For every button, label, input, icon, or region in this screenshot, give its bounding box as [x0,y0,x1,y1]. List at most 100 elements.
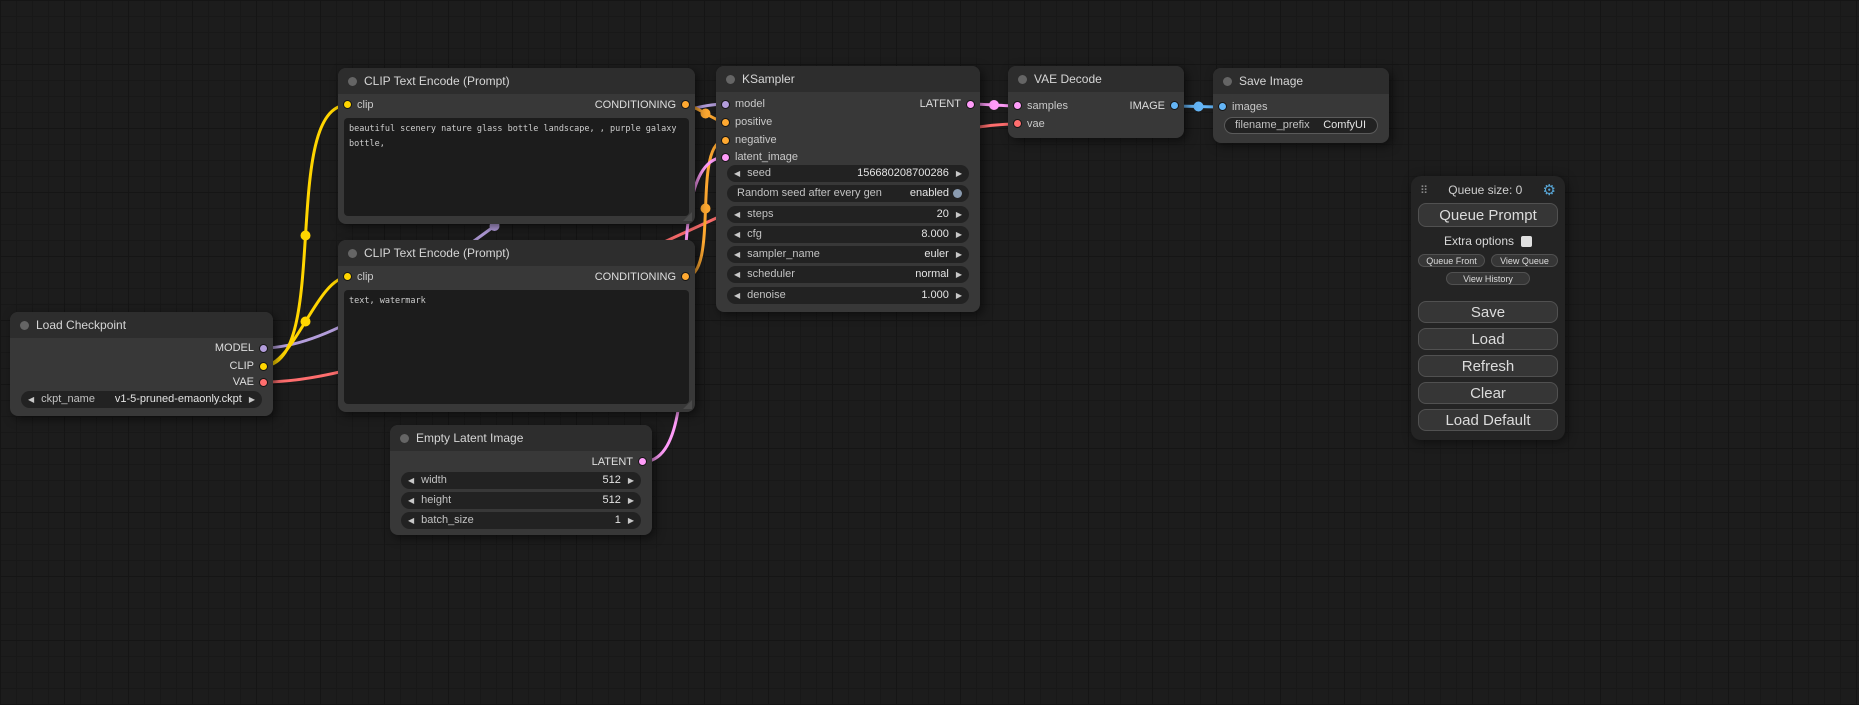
toggle-dot-icon[interactable] [953,189,962,198]
widget-ckpt-name[interactable]: ◀ ckpt_name v1-5-pruned-emaonly.ckpt ▶ [21,391,262,408]
node-title-bar[interactable]: Save Image [1213,68,1389,94]
widget-width[interactable]: ◀ width 512 ▶ [401,472,641,489]
collapse-dot-icon[interactable] [20,321,29,330]
increment-arrow-icon[interactable]: ▶ [628,472,634,489]
graph-canvas[interactable]: Load Checkpoint MODEL CLIP VAE ◀ ckpt_na… [0,0,1859,705]
output-port-image[interactable] [1170,101,1179,110]
input-label-positive: positive [735,115,772,129]
queue-prompt-button[interactable]: Queue Prompt [1418,203,1558,227]
next-value-arrow-icon[interactable]: ▶ [956,246,962,263]
widget-filename-prefix[interactable]: filename_prefix ComfyUI [1224,117,1378,134]
collapse-dot-icon[interactable] [348,77,357,86]
collapse-dot-icon[interactable] [1223,77,1232,86]
queue-menu-panel: ⠿ Queue size: 0 ⚙ Queue Prompt Extra opt… [1411,176,1565,440]
settings-gear-icon[interactable]: ⚙ [1543,183,1556,198]
node-title: CLIP Text Encode (Prompt) [364,74,510,88]
decrement-arrow-icon[interactable]: ◀ [408,512,414,529]
prompt-textarea[interactable]: text, watermark [344,290,689,404]
resize-handle[interactable] [683,212,692,221]
prev-value-arrow-icon[interactable]: ◀ [734,266,740,283]
output-label-clip: CLIP [230,359,254,373]
output-port-conditioning[interactable] [681,100,690,109]
decrement-arrow-icon[interactable]: ◀ [734,165,740,182]
node-empty-latent-image[interactable]: Empty Latent Image LATENT ◀ width 512 ▶ … [390,425,652,535]
next-value-arrow-icon[interactable]: ▶ [956,266,962,283]
prev-value-arrow-icon[interactable]: ◀ [734,246,740,263]
extra-options-label: Extra options [1444,234,1514,248]
view-history-button[interactable]: View History [1446,272,1530,285]
node-title-bar[interactable]: KSampler [716,66,980,92]
increment-arrow-icon[interactable]: ▶ [956,165,962,182]
node-ksampler[interactable]: KSampler model LATENT positive negative … [716,66,980,312]
widget-cfg[interactable]: ◀ cfg 8.000 ▶ [727,226,969,243]
output-port-latent[interactable] [966,100,975,109]
link-midpoint-dot [301,231,311,241]
node-vae-decode[interactable]: VAE Decode samples IMAGE vae [1008,66,1184,138]
decrement-arrow-icon[interactable]: ◀ [734,206,740,223]
output-port-conditioning[interactable] [681,272,690,281]
clear-button[interactable]: Clear [1418,382,1558,404]
increment-arrow-icon[interactable]: ▶ [628,492,634,509]
view-queue-button[interactable]: View Queue [1491,254,1558,267]
output-port-vae[interactable] [259,378,268,387]
save-button[interactable]: Save [1418,301,1558,323]
node-clip-text-encode-negative[interactable]: CLIP Text Encode (Prompt) clip CONDITION… [338,240,695,412]
node-title-bar[interactable]: CLIP Text Encode (Prompt) [338,240,695,266]
decrement-arrow-icon[interactable]: ◀ [408,472,414,489]
output-port-model[interactable] [259,344,268,353]
node-title-bar[interactable]: Empty Latent Image [390,425,652,451]
collapse-dot-icon[interactable] [348,249,357,258]
widget-batch-size[interactable]: ◀ batch_size 1 ▶ [401,512,641,529]
widget-label: cfg [747,226,762,243]
extra-options-checkbox[interactable] [1521,236,1532,247]
widget-label: Random seed after every gen [737,185,882,202]
prev-value-arrow-icon[interactable]: ◀ [28,391,34,408]
widget-denoise[interactable]: ◀ denoise 1.000 ▶ [727,287,969,304]
widget-steps[interactable]: ◀ steps 20 ▶ [727,206,969,223]
output-port-latent[interactable] [638,457,647,466]
input-port-clip[interactable] [343,272,352,281]
node-save-image[interactable]: Save Image images filename_prefix ComfyU… [1213,68,1389,143]
collapse-dot-icon[interactable] [400,434,409,443]
node-title-bar[interactable]: CLIP Text Encode (Prompt) [338,68,695,94]
decrement-arrow-icon[interactable]: ◀ [734,287,740,304]
increment-arrow-icon[interactable]: ▶ [956,287,962,304]
widget-seed[interactable]: ◀ seed 156680208700286 ▶ [727,165,969,182]
drag-handle-icon[interactable]: ⠿ [1420,184,1428,197]
widget-random-seed-toggle[interactable]: Random seed after every gen enabled [727,185,969,202]
node-clip-text-encode-positive[interactable]: CLIP Text Encode (Prompt) clip CONDITION… [338,68,695,224]
increment-arrow-icon[interactable]: ▶ [956,206,962,223]
widget-value: euler [924,246,948,263]
input-port-latent-image[interactable] [721,153,730,162]
refresh-button[interactable]: Refresh [1418,355,1558,377]
node-title-bar[interactable]: VAE Decode [1008,66,1184,92]
queue-front-button[interactable]: Queue Front [1418,254,1485,267]
input-port-model[interactable] [721,100,730,109]
node-load-checkpoint[interactable]: Load Checkpoint MODEL CLIP VAE ◀ ckpt_na… [10,312,273,416]
input-port-negative[interactable] [721,136,730,145]
widget-height[interactable]: ◀ height 512 ▶ [401,492,641,509]
input-port-vae[interactable] [1013,119,1022,128]
node-title-bar[interactable]: Load Checkpoint [10,312,273,338]
input-port-clip[interactable] [343,100,352,109]
output-port-clip[interactable] [259,362,268,371]
widget-value: 1 [615,512,621,529]
load-default-button[interactable]: Load Default [1418,409,1558,431]
node-title: Load Checkpoint [36,318,126,332]
next-value-arrow-icon[interactable]: ▶ [249,391,255,408]
collapse-dot-icon[interactable] [1018,75,1027,84]
increment-arrow-icon[interactable]: ▶ [956,226,962,243]
prompt-textarea[interactable]: beautiful scenery nature glass bottle la… [344,118,689,216]
queue-actions-row: Queue Front View Queue [1418,254,1558,267]
load-button[interactable]: Load [1418,328,1558,350]
input-port-images[interactable] [1218,102,1227,111]
resize-handle[interactable] [683,400,692,409]
input-port-samples[interactable] [1013,101,1022,110]
input-port-positive[interactable] [721,118,730,127]
decrement-arrow-icon[interactable]: ◀ [734,226,740,243]
widget-scheduler[interactable]: ◀ scheduler normal ▶ [727,266,969,283]
decrement-arrow-icon[interactable]: ◀ [408,492,414,509]
increment-arrow-icon[interactable]: ▶ [628,512,634,529]
widget-sampler-name[interactable]: ◀ sampler_name euler ▶ [727,246,969,263]
collapse-dot-icon[interactable] [726,75,735,84]
